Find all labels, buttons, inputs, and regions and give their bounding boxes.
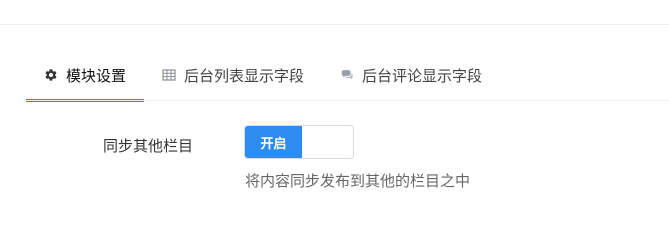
tab-label: 后台列表显示字段	[184, 66, 305, 85]
sync-help-text: 将内容同步发布到其他的栏目之中	[245, 172, 471, 190]
toggle-on-state: 开启	[245, 126, 302, 158]
gear-icon	[44, 68, 58, 82]
tab-divider	[26, 100, 669, 101]
table-icon	[162, 68, 176, 82]
tab-list-fields[interactable]: 后台列表显示字段	[144, 48, 322, 102]
top-divider	[0, 24, 669, 25]
tab-bar: 模块设置 后台列表显示字段 后台评论显示字段	[26, 48, 500, 102]
tab-comment-fields[interactable]: 后台评论显示字段	[322, 48, 500, 102]
tab-label: 后台评论显示字段	[362, 66, 483, 85]
tab-module-settings[interactable]: 模块设置	[26, 48, 145, 102]
toggle-off-state	[302, 126, 353, 158]
tab-label: 模块设置	[66, 66, 127, 85]
sync-toggle[interactable]: 开启	[244, 125, 354, 159]
sync-label: 同步其他栏目	[103, 137, 194, 155]
comments-icon	[340, 68, 354, 82]
